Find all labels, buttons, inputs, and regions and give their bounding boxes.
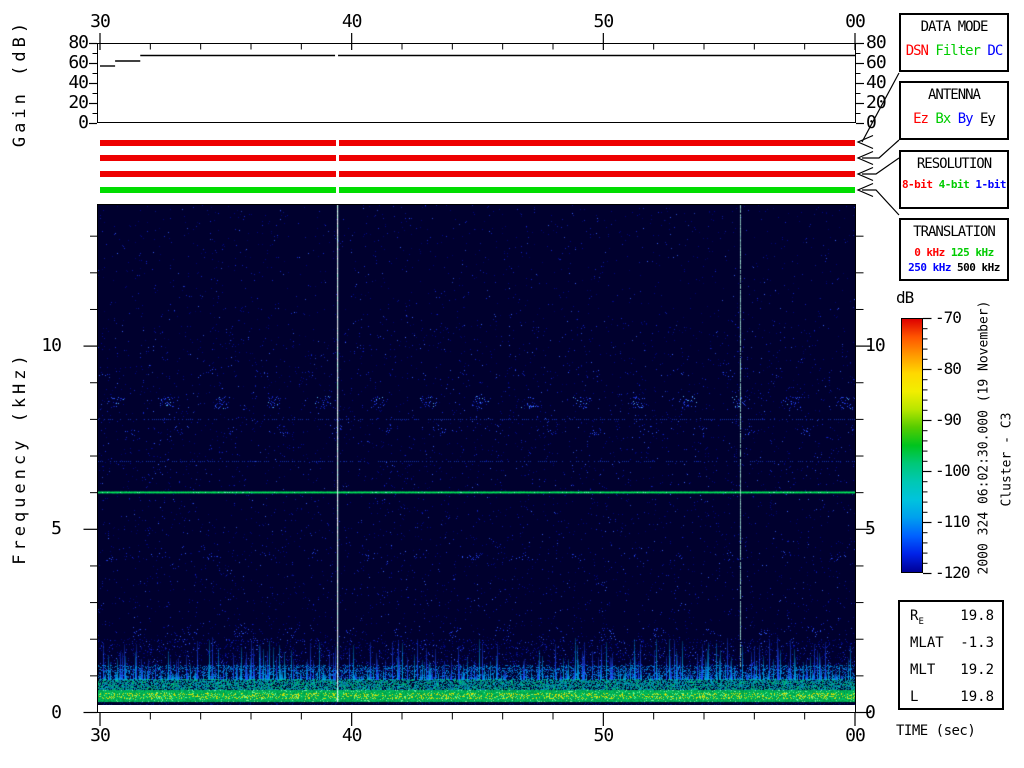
ephemeris-table: RE 19.8 MLAT -1.3 MLT 19.2 L 19.8 bbox=[898, 600, 1004, 710]
legend-title-data-mode: DATA MODE bbox=[920, 19, 989, 35]
gain-left-tick-label: 80 bbox=[68, 32, 89, 53]
legend-item-by: By bbox=[950, 111, 974, 127]
gain-right-tick-label: 60 bbox=[866, 52, 887, 73]
legend-item-ez: Ez bbox=[913, 111, 929, 127]
legend-item-dsn: DSN bbox=[905, 43, 929, 59]
legend-item-500-khz: 500 kHz bbox=[950, 261, 1000, 274]
legend-item-250-khz: 250 kHz bbox=[908, 261, 951, 274]
freq-right-tick-label: 0 bbox=[865, 701, 876, 723]
legend-item-filter: Filter bbox=[927, 43, 981, 59]
gain-right-tick-label: 80 bbox=[866, 32, 887, 53]
status-bar-data-mode bbox=[100, 140, 855, 146]
freq-left-tick-label: 0 bbox=[51, 701, 62, 723]
gain-top-tick-label: 50 bbox=[593, 11, 614, 32]
connector-translation bbox=[862, 189, 900, 216]
freq-right-tick-label: 10 bbox=[865, 335, 886, 357]
legend-box-resolution: RESOLUTION 8-bit 4-bit 1-bit bbox=[899, 150, 1009, 209]
spectrogram-image bbox=[98, 205, 855, 705]
frequency-axis-title: Frequency (kHz) bbox=[10, 351, 30, 565]
legend-values-antenna: Ez Bx By Ey bbox=[901, 111, 1007, 127]
wbd-spectrogram-display: Gain (dB) Frequency (kHz) dB 2000 324 06… bbox=[0, 0, 1024, 768]
spacecraft-annotation: Cluster - C3 bbox=[999, 412, 1015, 507]
legend-box-data-mode: DATA MODE DSN Filter DC bbox=[899, 13, 1009, 72]
status-bar-translation bbox=[100, 187, 855, 193]
legend-item-1-bit: 1-bit bbox=[969, 178, 1007, 191]
arrowhead-resolution bbox=[856, 166, 874, 182]
status-bar-antenna bbox=[100, 155, 855, 161]
legend-item-ey: Ey bbox=[972, 111, 996, 127]
colorbar-tick-label: -90 bbox=[935, 409, 962, 429]
ephemeris-value: 19.2 bbox=[960, 662, 994, 678]
gain-right-tick-label: 40 bbox=[866, 72, 887, 93]
gain-right-tick-label: 20 bbox=[866, 92, 887, 113]
gain-plot-frame bbox=[97, 43, 856, 123]
arrowhead-antenna bbox=[856, 150, 874, 166]
status-bar-data-gap bbox=[336, 137, 339, 195]
connector-resolution bbox=[862, 157, 900, 175]
ephemeris-row-mlat: MLAT -1.3 bbox=[900, 630, 1002, 656]
colorbar-tick-label: -110 bbox=[935, 511, 971, 531]
gain-axis-title: Gain (dB) bbox=[10, 18, 30, 148]
colorbar bbox=[901, 318, 923, 573]
datetime-annotation: 2000 324 06:02:30.000 (19 November) bbox=[976, 300, 992, 575]
legend-title-resolution: RESOLUTION bbox=[916, 156, 992, 172]
ephemeris-label: MLT bbox=[910, 662, 936, 678]
gain-right-tick-label: 0 bbox=[866, 112, 877, 133]
time-bottom-tick-label: 40 bbox=[341, 725, 363, 746]
legend-title-antenna: ANTENNA bbox=[927, 87, 981, 103]
gain-top-tick-label: 00 bbox=[845, 11, 866, 32]
time-bottom-tick-label: 30 bbox=[90, 725, 111, 746]
colorbar-tick-label: -80 bbox=[935, 358, 962, 378]
time-bottom-tick-label: 50 bbox=[593, 725, 614, 746]
colorbar-title: dB bbox=[896, 288, 914, 307]
freq-left-tick-label: 10 bbox=[41, 335, 62, 357]
gain-left-tick-label: 0 bbox=[78, 112, 89, 133]
legend-box-antenna: ANTENNA Ez Bx By Ey bbox=[899, 81, 1009, 140]
legend-values-resolution: 8-bit 4-bit 1-bit bbox=[901, 178, 1007, 191]
legend-item-bx: Bx bbox=[927, 111, 951, 127]
legend-item-0-khz: 0 kHz bbox=[914, 246, 945, 259]
legend-box-translation: TRANSLATION 0 kHz 125 kHz 250 kHz 500 kHz bbox=[899, 218, 1009, 281]
ephemeris-label: L bbox=[910, 689, 919, 705]
freq-right-tick-label: 5 bbox=[865, 518, 876, 540]
gain-left-tick-label: 20 bbox=[68, 92, 89, 113]
ephemeris-label: MLAT bbox=[910, 635, 944, 651]
arrowhead-translation bbox=[856, 182, 874, 198]
colorbar-tick-label: -70 bbox=[935, 307, 962, 327]
freq-left-tick-label: 5 bbox=[51, 518, 62, 540]
colorbar-tick-label: -100 bbox=[935, 460, 971, 480]
gain-left-tick-label: 60 bbox=[68, 52, 89, 73]
legend-values-data-mode: DSN Filter DC bbox=[901, 43, 1007, 59]
legend-values-translation: 250 kHz 500 kHz bbox=[901, 261, 1007, 274]
legend-item-4-bit: 4-bit bbox=[932, 178, 970, 191]
time-axis-label: TIME (sec) bbox=[896, 723, 976, 739]
gain-top-tick-label: 40 bbox=[341, 11, 363, 32]
ephemeris-value: 19.8 bbox=[960, 608, 994, 624]
status-bar-resolution bbox=[100, 171, 855, 177]
legend-title-translation: TRANSLATION bbox=[913, 224, 996, 240]
ephemeris-value: 19.8 bbox=[960, 689, 994, 705]
legend-values-translation: 0 kHz 125 kHz bbox=[901, 246, 1007, 259]
colorbar-tick-label: -120 bbox=[935, 562, 971, 582]
legend-item-8-bit: 8-bit bbox=[901, 178, 933, 191]
connector-antenna bbox=[862, 139, 900, 159]
gain-left-tick-label: 40 bbox=[68, 72, 89, 93]
legend-item-dc: DC bbox=[980, 43, 1003, 59]
time-bottom-tick-label: 00 bbox=[845, 725, 866, 746]
gain-top-tick-label: 30 bbox=[90, 11, 111, 32]
arrowhead-data-mode bbox=[856, 134, 874, 150]
legend-item-125-khz: 125 kHz bbox=[944, 246, 994, 259]
ephemeris-row-l: L 19.8 bbox=[900, 684, 1002, 710]
ephemeris-row-r: RE 19.8 bbox=[900, 603, 1002, 629]
ephemeris-value: -1.3 bbox=[960, 635, 994, 651]
ephemeris-row-mlt: MLT 19.2 bbox=[900, 657, 1002, 683]
